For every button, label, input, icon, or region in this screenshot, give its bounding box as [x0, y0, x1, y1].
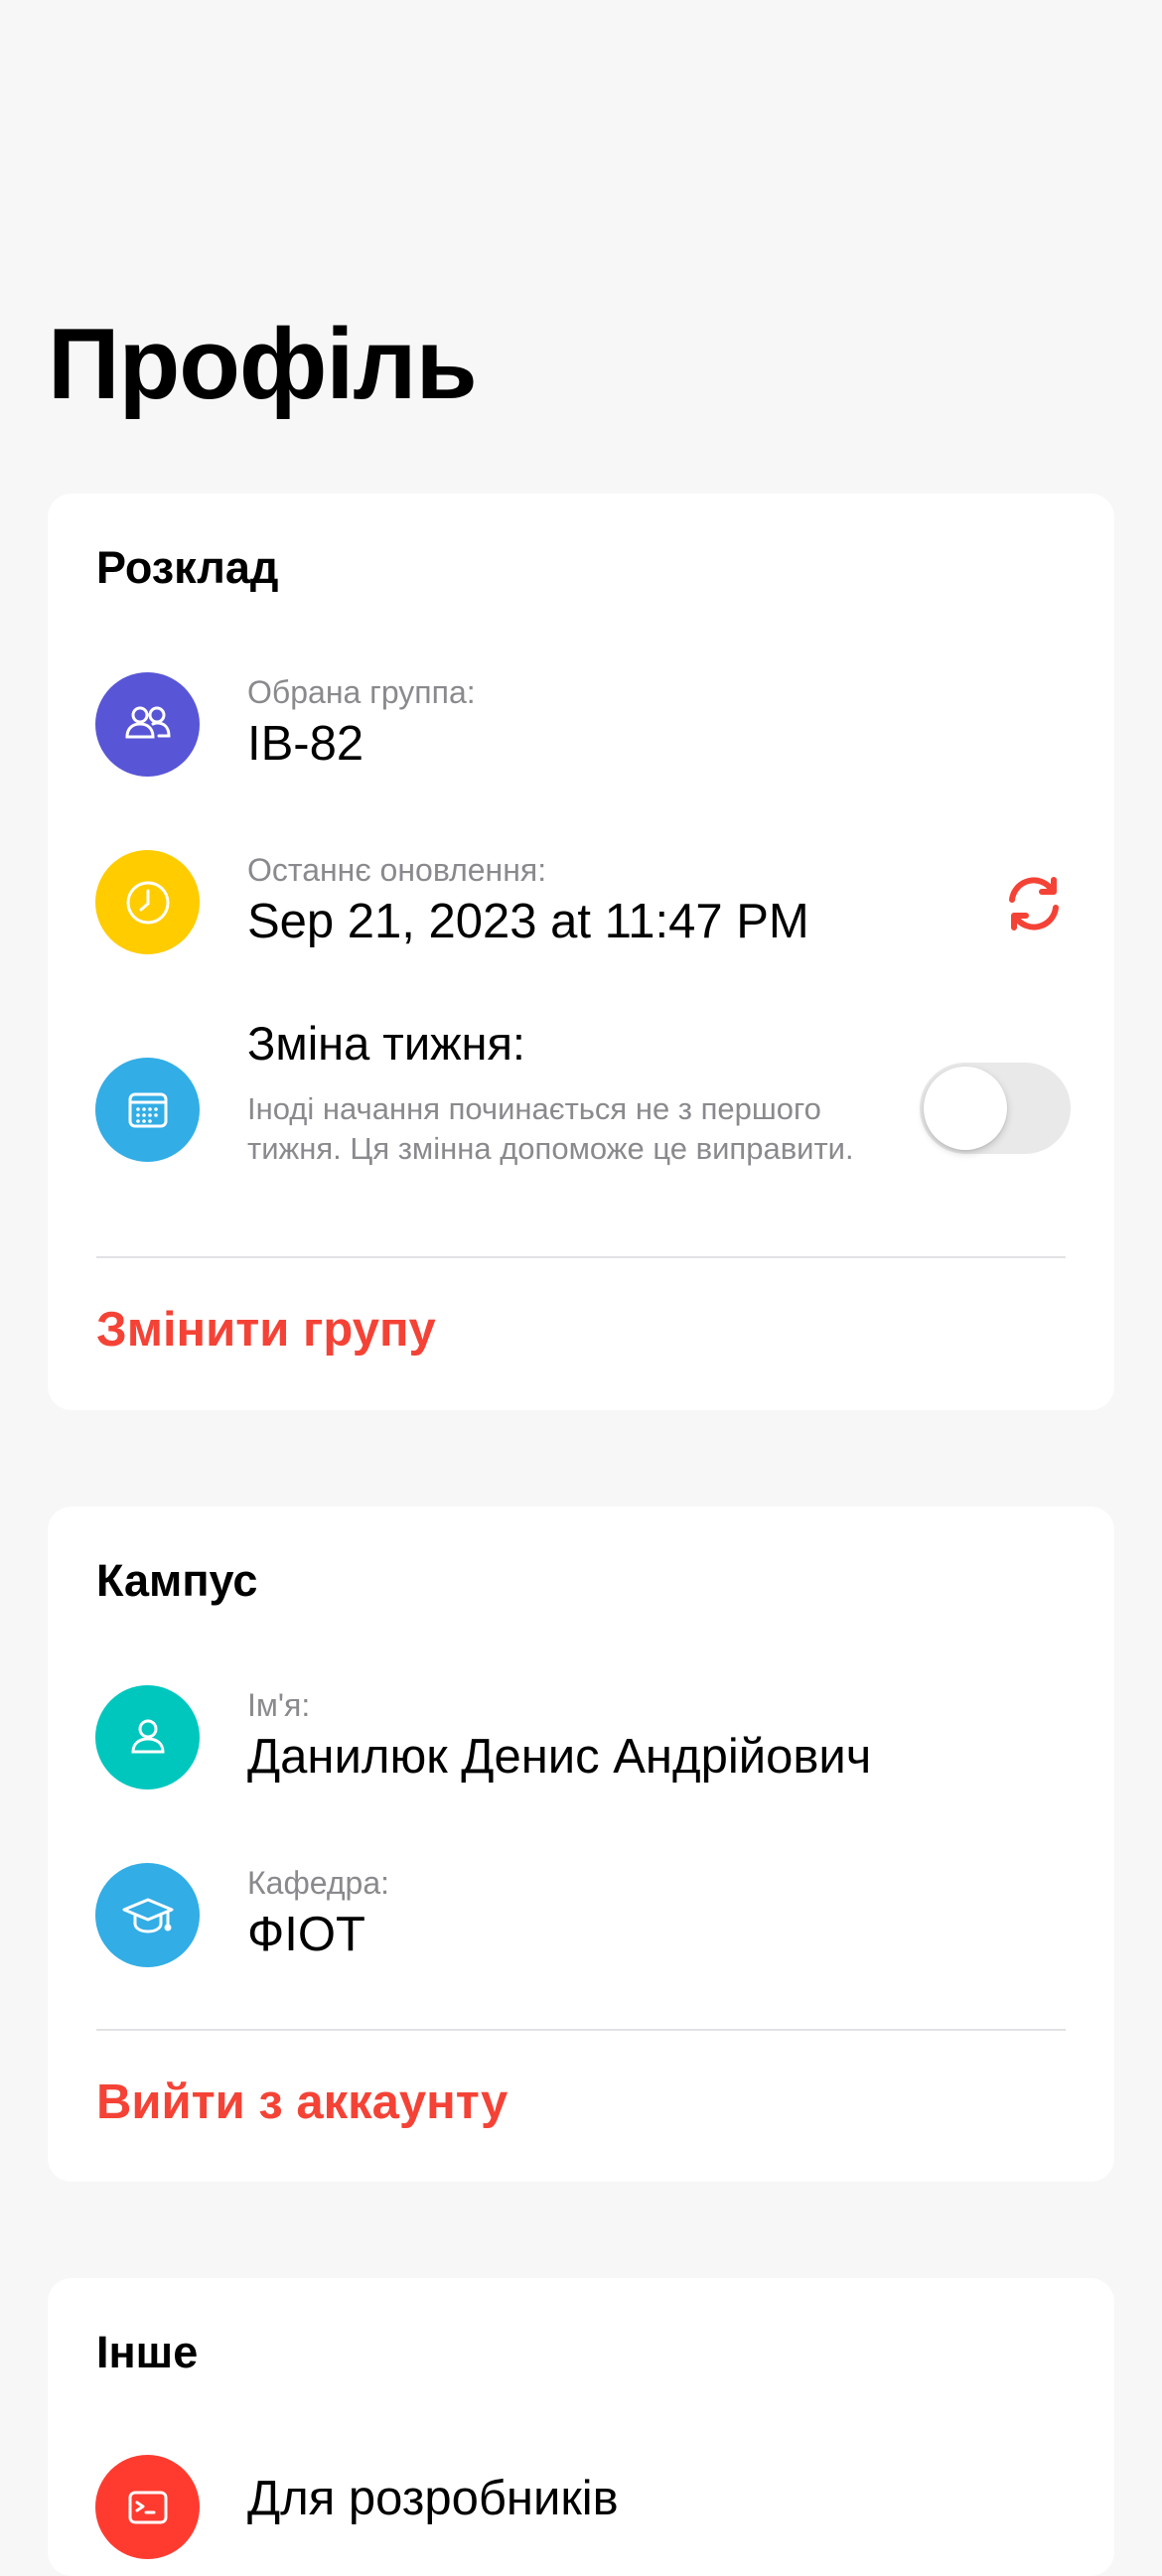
campus-section-title: Кампус	[96, 1555, 258, 1606]
week-change-description: Іноді начання починається не з першого т…	[247, 1091, 854, 1166]
people-icon	[95, 672, 200, 777]
selected-group-value: ІВ-82	[247, 717, 364, 771]
schedule-card: Розклад Обрана группа: ІВ-82 Останнє оно…	[48, 494, 1114, 1410]
other-section-title: Інше	[96, 2327, 199, 2377]
name-label: Ім'я:	[247, 1687, 311, 1723]
person-icon	[95, 1685, 200, 1789]
department-row: Кафедра: ФІОТ	[48, 1863, 1114, 1972]
week-change-toggle[interactable]	[920, 1063, 1071, 1154]
logout-button[interactable]: Вийти з аккаунту	[96, 2073, 508, 2132]
last-update-value: Sep 21, 2023 at 11:47 PM	[247, 895, 809, 948]
last-update-row: Останнє оновлення: Sep 21, 2023 at 11:47…	[48, 850, 1114, 959]
week-change-row: Зміна тижня: Іноді начання починається н…	[48, 1015, 1114, 1214]
week-change-title: Зміна тижня:	[247, 1017, 525, 1070]
name-row: Ім'я: Данилюк Денис Андрійович	[48, 1685, 1114, 1794]
last-update-label: Останнє оновлення:	[247, 852, 547, 888]
change-group-button[interactable]: Змінити групу	[96, 1300, 436, 1360]
campus-divider	[96, 2029, 1066, 2031]
selected-group-row[interactable]: Обрана группа: ІВ-82	[48, 672, 1114, 782]
other-card: Інше Для розробників	[48, 2278, 1114, 2576]
page-title: Профіль	[48, 309, 478, 420]
campus-card: Кампус Ім'я: Данилюк Денис Андрійович Ка…	[48, 1506, 1114, 2182]
schedule-section-title: Розклад	[96, 542, 279, 593]
graduation-cap-icon	[95, 1863, 200, 1967]
selected-group-label: Обрана группа:	[247, 674, 476, 710]
schedule-divider	[96, 1256, 1066, 1258]
name-value: Данилюк Денис Андрійович	[247, 1730, 872, 1784]
developers-label: Для розробників	[247, 2472, 619, 2525]
department-label: Кафедра:	[247, 1865, 390, 1901]
toggle-knob	[924, 1067, 1007, 1150]
terminal-icon	[95, 2455, 200, 2559]
developers-row[interactable]: Для розробників	[48, 2455, 1114, 2564]
department-value: ФІОТ	[247, 1908, 365, 1961]
clock-icon	[95, 850, 200, 954]
calendar-icon	[95, 1058, 200, 1162]
refresh-icon[interactable]	[1000, 870, 1068, 937]
